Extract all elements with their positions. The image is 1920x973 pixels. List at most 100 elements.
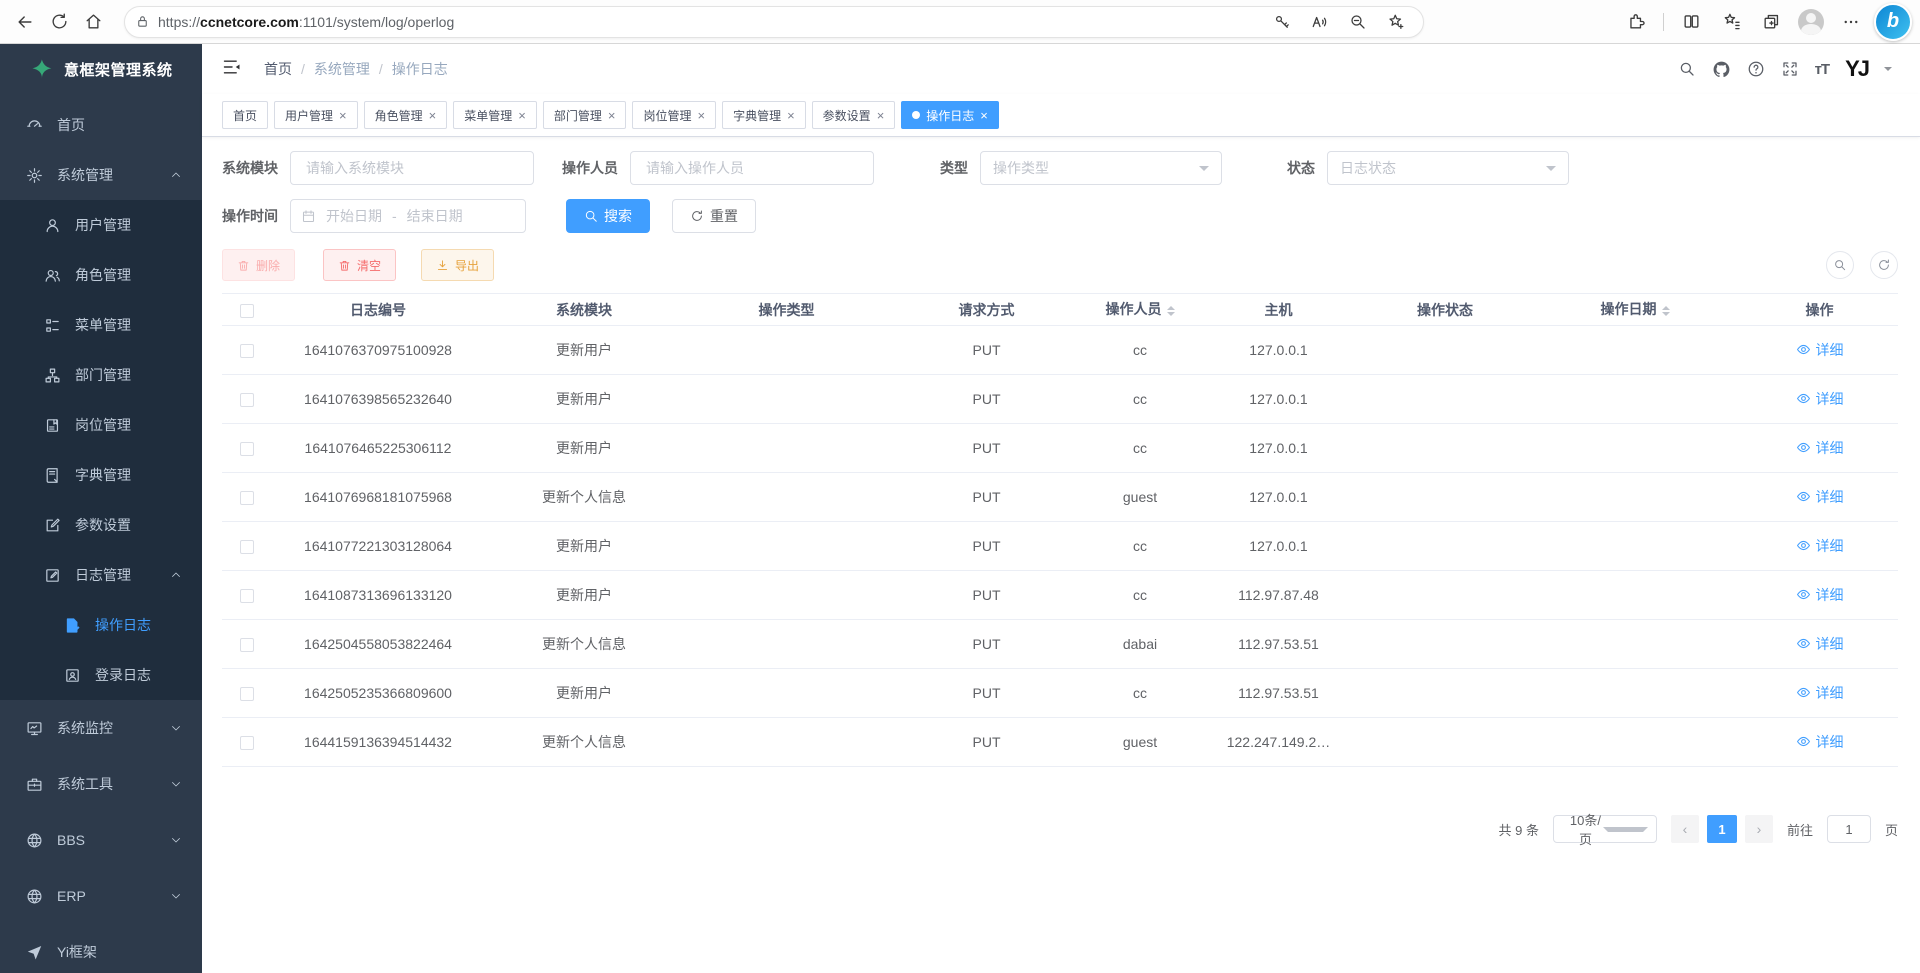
- extensions-button[interactable]: [1619, 5, 1653, 39]
- browser-back-button[interactable]: [8, 5, 42, 39]
- github-link[interactable]: [1712, 60, 1731, 79]
- sort-icons[interactable]: [1167, 302, 1175, 320]
- prev-page-button[interactable]: ‹: [1671, 815, 1699, 843]
- row-checkbox[interactable]: [240, 442, 254, 456]
- row-checkbox[interactable]: [240, 736, 254, 750]
- clear-button[interactable]: 清空: [323, 249, 396, 281]
- close-icon[interactable]: ×: [608, 108, 616, 123]
- row-checkbox[interactable]: [240, 344, 254, 358]
- tag-user-mgmt[interactable]: 用户管理×: [274, 101, 358, 129]
- column-operator[interactable]: 操作人员: [1084, 294, 1196, 326]
- sidebar-item-menu-mgmt[interactable]: 菜单管理: [0, 300, 202, 350]
- module-input[interactable]: [290, 151, 534, 185]
- row-checkbox[interactable]: [240, 393, 254, 407]
- detail-link[interactable]: 详细: [1796, 438, 1844, 458]
- help-button[interactable]: [1747, 60, 1765, 78]
- tag-dict-mgmt[interactable]: 字典管理×: [722, 101, 806, 129]
- zoom-out-button[interactable]: [1341, 5, 1375, 39]
- reset-button[interactable]: 重置: [672, 199, 756, 233]
- sidebar-item-home[interactable]: 首页: [0, 100, 202, 150]
- fullscreen-button[interactable]: [1781, 60, 1799, 78]
- next-page-button[interactable]: ›: [1745, 815, 1773, 843]
- profile-button[interactable]: [1794, 5, 1828, 39]
- tag-dept-mgmt[interactable]: 部门管理×: [543, 101, 627, 129]
- close-icon[interactable]: ×: [787, 108, 795, 123]
- tag-role-mgmt[interactable]: 角色管理×: [364, 101, 448, 129]
- header-search-button[interactable]: [1678, 60, 1696, 78]
- detail-link[interactable]: 详细: [1796, 634, 1844, 654]
- sidebar-item-erp[interactable]: ERP: [0, 868, 202, 924]
- close-icon[interactable]: ×: [697, 108, 705, 123]
- font-size-button[interactable]: тT: [1815, 61, 1830, 78]
- sidebar-item-log-mgmt[interactable]: 日志管理: [0, 550, 202, 600]
- sidebar-item-yi-framework[interactable]: Yi框架: [0, 924, 202, 973]
- page-size-select[interactable]: 10条/页: [1553, 815, 1657, 843]
- row-checkbox[interactable]: [240, 638, 254, 652]
- column-date[interactable]: 操作日期: [1529, 294, 1741, 326]
- detail-link[interactable]: 详细: [1796, 389, 1844, 409]
- tag-operation-log[interactable]: 操作日志×: [901, 101, 999, 129]
- export-button[interactable]: 导出: [421, 249, 494, 281]
- sidebar-item-dept-mgmt[interactable]: 部门管理: [0, 350, 202, 400]
- sidebar-item-bbs[interactable]: BBS: [0, 812, 202, 868]
- sidebar-item-login-log[interactable]: 登录日志: [0, 650, 202, 700]
- password-key-button[interactable]: [1265, 5, 1299, 39]
- detail-link[interactable]: 详细: [1796, 536, 1844, 556]
- browser-home-button[interactable]: [76, 5, 110, 39]
- address-bar[interactable]: https://ccnetcore.com:1101/system/log/op…: [124, 6, 1424, 38]
- close-icon[interactable]: ×: [980, 108, 988, 123]
- detail-link[interactable]: 详细: [1796, 487, 1844, 507]
- close-icon[interactable]: ×: [877, 108, 885, 123]
- tag-home[interactable]: 首页: [222, 101, 268, 129]
- close-icon[interactable]: ×: [518, 108, 526, 123]
- close-icon[interactable]: ×: [339, 108, 347, 123]
- row-checkbox[interactable]: [240, 540, 254, 554]
- table-search-toggle-button[interactable]: [1826, 251, 1854, 279]
- add-favorite-button[interactable]: [1379, 5, 1413, 39]
- caret-down-icon[interactable]: [1884, 67, 1892, 75]
- tag-post-mgmt[interactable]: 岗位管理×: [632, 101, 716, 129]
- table-refresh-button[interactable]: [1870, 251, 1898, 279]
- sidebar-item-role-mgmt[interactable]: 角色管理: [0, 250, 202, 300]
- sidebar-item-operation-log[interactable]: 操作日志: [0, 600, 202, 650]
- select-all-checkbox[interactable]: [240, 304, 254, 318]
- settings-more-button[interactable]: [1834, 5, 1868, 39]
- delete-button[interactable]: 删除: [222, 249, 295, 281]
- sidebar-item-system-mgmt[interactable]: 系统管理: [0, 150, 202, 200]
- breadcrumb-home[interactable]: 首页: [264, 59, 292, 79]
- detail-link[interactable]: 详细: [1796, 340, 1844, 360]
- row-checkbox[interactable]: [240, 491, 254, 505]
- page-number-1[interactable]: 1: [1707, 815, 1737, 843]
- detail-link[interactable]: 详细: [1796, 732, 1844, 752]
- sidebar-item-system-monitor[interactable]: 系统监控: [0, 700, 202, 756]
- sidebar-item-param-settings[interactable]: 参数设置: [0, 500, 202, 550]
- row-checkbox[interactable]: [240, 687, 254, 701]
- date-range-picker[interactable]: 开始日期 - 结束日期: [290, 199, 526, 233]
- search-button[interactable]: 搜索: [566, 199, 650, 233]
- operator-input[interactable]: [630, 151, 874, 185]
- favorites-bar-button[interactable]: [1714, 5, 1748, 39]
- sidebar-item-dict-mgmt[interactable]: 字典管理: [0, 450, 202, 500]
- tag-param-settings[interactable]: 参数设置×: [812, 101, 896, 129]
- sidebar-collapse-button[interactable]: [222, 57, 242, 82]
- collections-button[interactable]: [1754, 5, 1788, 39]
- cell-host: 112.97.53.51: [1196, 620, 1361, 669]
- row-checkbox[interactable]: [240, 589, 254, 603]
- sort-icons[interactable]: [1662, 302, 1670, 320]
- sidebar-item-system-tools[interactable]: 系统工具: [0, 756, 202, 812]
- detail-link[interactable]: 详细: [1796, 683, 1844, 703]
- detail-link[interactable]: 详细: [1796, 585, 1844, 605]
- goto-page-input[interactable]: [1827, 815, 1871, 843]
- close-icon[interactable]: ×: [429, 108, 437, 123]
- read-aloud-button[interactable]: [1303, 5, 1337, 39]
- sidebar-item-post-mgmt[interactable]: 岗位管理: [0, 400, 202, 450]
- copilot-button[interactable]: b: [1874, 3, 1912, 41]
- type-select[interactable]: 操作类型: [980, 151, 1222, 185]
- status-select[interactable]: 日志状态: [1327, 151, 1569, 185]
- app-logo[interactable]: 意框架管理系统: [0, 44, 202, 94]
- sidebar-item-user-mgmt[interactable]: 用户管理: [0, 200, 202, 250]
- tag-menu-mgmt[interactable]: 菜单管理×: [453, 101, 537, 129]
- browser-refresh-button[interactable]: [42, 5, 76, 39]
- corner-brand-logo[interactable]: YJ: [1845, 56, 1868, 82]
- split-screen-button[interactable]: [1674, 5, 1708, 39]
